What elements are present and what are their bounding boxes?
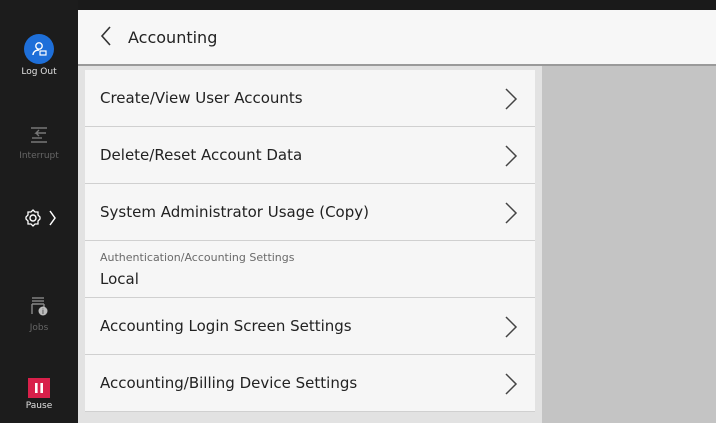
jobs-button[interactable]: i Jobs [0, 295, 78, 333]
main-content: Create/View User Accounts Delete/Reset A… [78, 66, 716, 423]
interrupt-button[interactable]: Interrupt [0, 125, 78, 161]
back-button[interactable] [88, 18, 124, 54]
pause-label: Pause [25, 401, 53, 411]
list-item-label: Accounting Login Screen Settings [100, 317, 352, 335]
accounting-login-screen-item[interactable]: Accounting Login Screen Settings [85, 298, 535, 355]
settings-button[interactable] [0, 207, 78, 232]
authentication-settings-item: Authentication/Accounting Settings Local [85, 241, 535, 298]
chevron-right-icon [505, 145, 518, 167]
chevron-right-icon [505, 316, 518, 338]
gear-icon [25, 209, 56, 227]
chevron-right-icon [505, 373, 518, 395]
settings-list: Create/View User Accounts Delete/Reset A… [85, 70, 535, 412]
billing-device-settings-item[interactable]: Accounting/Billing Device Settings [85, 355, 535, 412]
list-item-label: Create/View User Accounts [100, 89, 303, 107]
logout-label: Log Out [21, 67, 57, 77]
side-rail: Log Out Interrupt i Jobs Pause [0, 0, 78, 423]
logout-button[interactable]: Log Out [0, 34, 78, 77]
header-bar: Accounting [78, 10, 716, 66]
delete-reset-account-data-item[interactable]: Delete/Reset Account Data [85, 127, 535, 184]
pause-button[interactable]: Pause [0, 378, 78, 411]
system-admin-usage-item[interactable]: System Administrator Usage (Copy) [85, 184, 535, 241]
jobs-label: Jobs [29, 323, 49, 333]
setting-value: Local [100, 270, 139, 288]
chevron-right-icon [505, 88, 518, 110]
svg-text:i: i [42, 308, 44, 316]
list-item-label: Delete/Reset Account Data [100, 146, 303, 164]
chevron-right-icon [49, 210, 56, 226]
chevron-left-icon [100, 26, 111, 46]
interrupt-label: Interrupt [19, 151, 59, 161]
list-item-label: Accounting/Billing Device Settings [100, 374, 358, 392]
jobs-icon: i [31, 297, 48, 316]
page-title: Accounting [128, 28, 218, 47]
setting-label: Authentication/Accounting Settings [100, 251, 295, 264]
pause-icon [28, 378, 50, 398]
chevron-right-icon [505, 202, 518, 224]
list-item-label: System Administrator Usage (Copy) [100, 203, 369, 221]
right-empty-panel [542, 66, 716, 423]
interrupt-icon [31, 127, 47, 143]
create-view-user-accounts-item[interactable]: Create/View User Accounts [85, 70, 535, 127]
user-logout-icon [24, 34, 54, 64]
